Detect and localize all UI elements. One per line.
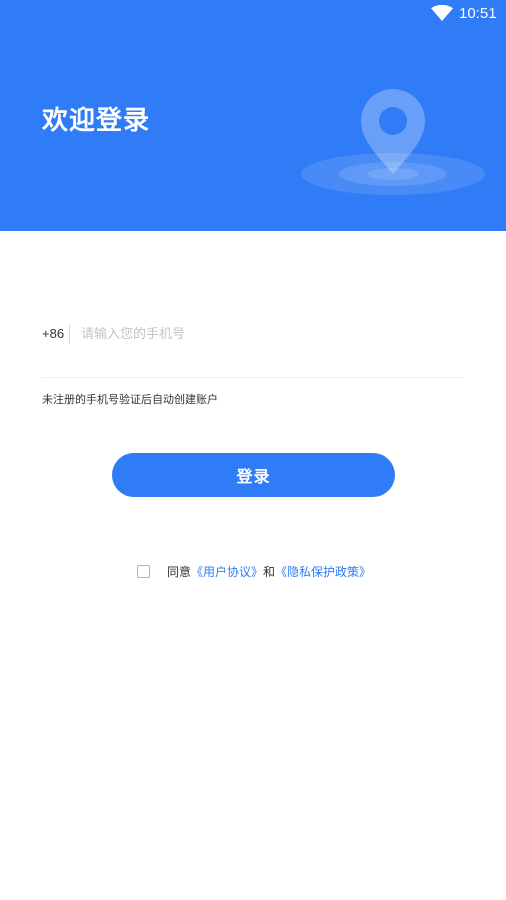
status-time: 10:51 xyxy=(459,5,497,22)
location-pin-icon xyxy=(301,89,485,195)
phone-input-underline xyxy=(42,377,464,378)
wifi-icon xyxy=(431,5,453,21)
user-agreement-link[interactable]: 《用户协议》 xyxy=(191,565,263,579)
country-code-divider xyxy=(69,324,70,344)
agreement-row: 同意《用户协议》和《隐私保护政策》 xyxy=(137,563,397,581)
phone-field: +86 xyxy=(42,322,464,346)
agree-checkbox[interactable] xyxy=(137,565,150,578)
status-bar: 10:51 xyxy=(0,0,506,28)
agreement-conjunction: 和 xyxy=(263,565,276,579)
country-code[interactable]: +86 xyxy=(42,323,64,345)
phone-input[interactable] xyxy=(81,322,451,346)
login-button[interactable]: 登录 xyxy=(112,453,395,497)
register-hint: 未注册的手机号验证后自动创建账户 xyxy=(42,393,218,406)
privacy-policy-link[interactable]: 《隐私保护政策》 xyxy=(275,565,371,579)
header-banner: 10:51 欢迎登录 xyxy=(0,0,506,231)
agreement-prefix: 同意 xyxy=(167,565,192,579)
page-title: 欢迎登录 xyxy=(42,106,151,136)
agreement-text: 同意《用户协议》和《隐私保护政策》 xyxy=(167,563,371,581)
